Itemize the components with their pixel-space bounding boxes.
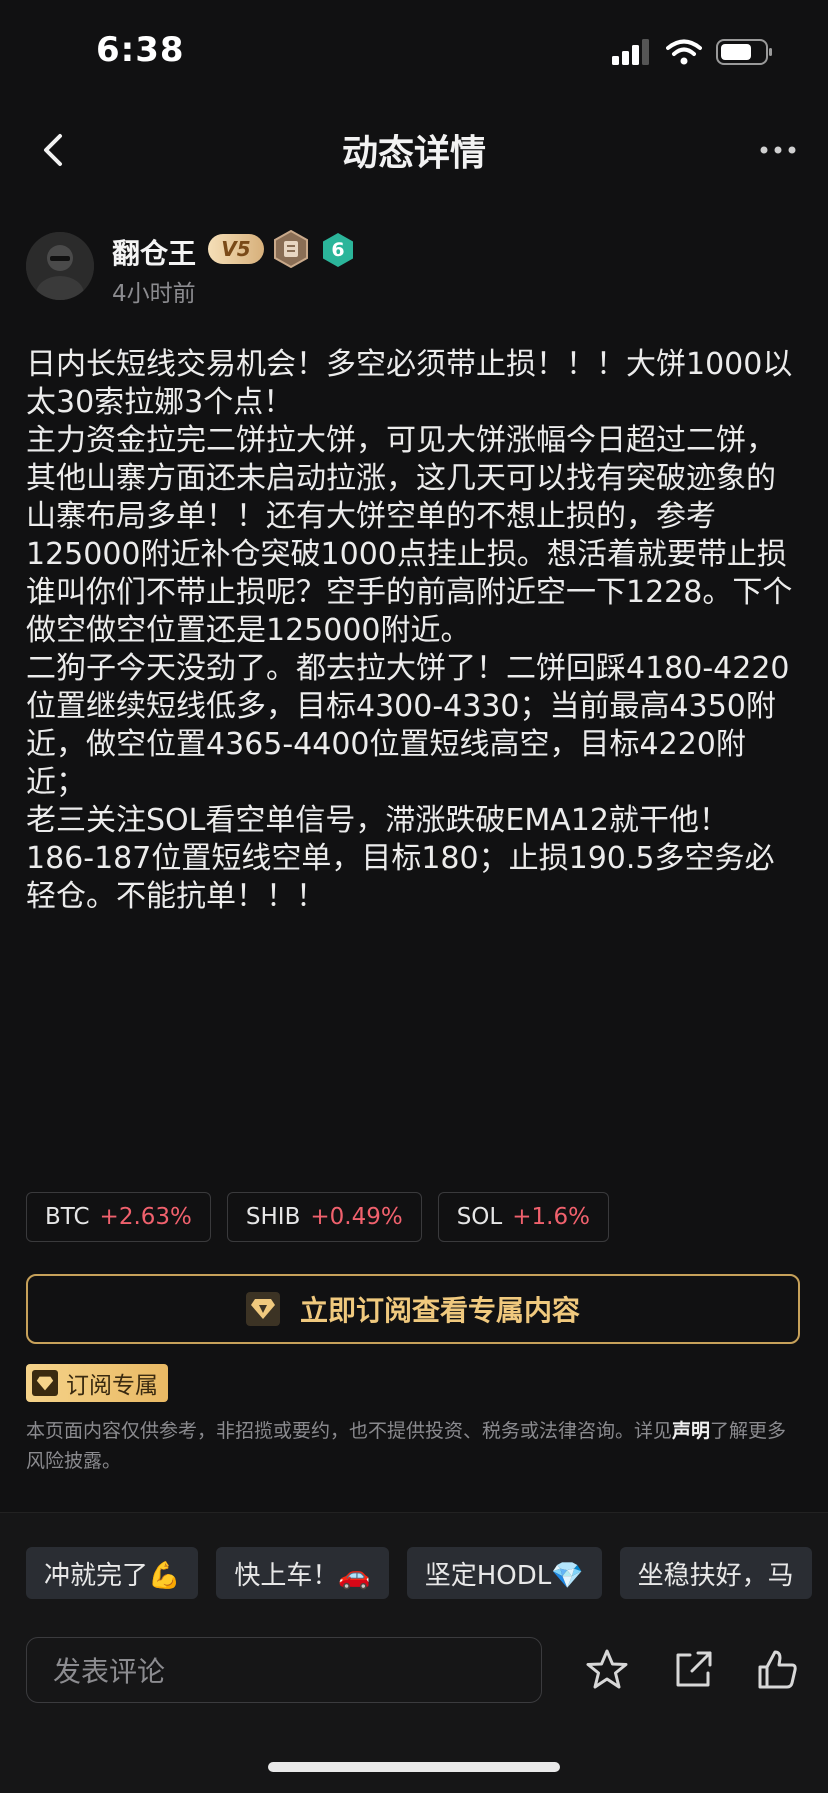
more-button[interactable] xyxy=(758,130,798,170)
subscription-only-tag: 订阅专属 xyxy=(26,1364,168,1402)
post-paragraph: 老三关注SOL看空单信号，滞涨跌破EMA12就干他！186-187位置短线空单，… xyxy=(26,803,775,914)
comment-bar: 冲就完了💪 快上车！🚗 坚定HODL💎 坐稳扶好，马 发表评论 xyxy=(0,1512,828,1793)
diamond-icon xyxy=(245,1292,280,1326)
coin-tag-btc[interactable]: BTC +2.63% xyxy=(26,1192,211,1242)
share-icon[interactable] xyxy=(670,1647,716,1693)
coin-change: +2.63% xyxy=(99,1204,192,1230)
vip-badge: V5 xyxy=(208,234,264,264)
nav-bar: 动态详情 xyxy=(0,110,828,190)
coin-tag-shib[interactable]: SHIB +0.49% xyxy=(226,1192,422,1242)
status-bar: 6:38 xyxy=(0,0,828,110)
comment-placeholder: 发表评论 xyxy=(53,1655,166,1688)
disclaimer-link[interactable]: 声明 xyxy=(672,1420,710,1442)
post-content: 日内长短线交易机会！多空必须带止损！！！大饼1000以太30索拉娜3个点！ 主力… xyxy=(26,346,796,916)
wifi-icon xyxy=(666,39,702,65)
page-title: 动态详情 xyxy=(341,133,486,174)
level-number: 6 xyxy=(331,239,345,261)
comment-input[interactable]: 发表评论 xyxy=(26,1637,542,1703)
coin-change: +1.6% xyxy=(512,1204,590,1230)
disclaimer: 本页面内容仅供参考，非招揽或要约，也不提供投资、税务或法律咨询。详见声明了解更多… xyxy=(26,1416,802,1476)
coin-symbol: SHIB xyxy=(245,1204,301,1230)
thumbs-up-icon[interactable] xyxy=(754,1647,800,1693)
coin-change: +0.49% xyxy=(310,1204,403,1230)
coin-tags: BTC +2.63% SHIB +0.49% SOL +1.6% xyxy=(26,1192,609,1242)
post-timestamp: 4小时前 xyxy=(112,281,196,307)
disclaimer-text: 本页面内容仅供参考，非招揽或要约，也不提供投资、税务或法律咨询。详见 xyxy=(26,1420,673,1442)
status-time: 6:38 xyxy=(96,30,185,70)
avatar[interactable] xyxy=(26,232,94,300)
quick-comment-chip[interactable]: 坚定HODL💎 xyxy=(406,1547,602,1599)
coin-symbol: SOL xyxy=(456,1204,503,1230)
post-paragraph: 日内长短线交易机会！多空必须带止损！！！大饼1000以太30索拉娜3个点！ xyxy=(26,347,793,420)
battery-icon xyxy=(716,39,772,65)
subscribe-button[interactable]: 立即订阅查看专属内容 xyxy=(26,1274,800,1344)
level-badge: 6 xyxy=(320,232,356,268)
quick-comment-chip[interactable]: 坐稳扶好，马 xyxy=(619,1547,812,1599)
medal-badge-icon xyxy=(274,230,308,268)
home-indicator xyxy=(268,1762,560,1772)
avatar-image xyxy=(26,232,94,300)
author-name[interactable]: 翻仓王 xyxy=(112,232,196,272)
subscription-tag-label: 订阅专属 xyxy=(66,1373,158,1399)
quick-comment-chip[interactable]: 冲就完了💪 xyxy=(26,1547,199,1599)
more-dots-icon xyxy=(760,146,796,154)
coin-symbol: BTC xyxy=(45,1204,90,1230)
diamond-icon xyxy=(32,1370,58,1396)
quick-comment-chips: 冲就完了💪 快上车！🚗 坚定HODL💎 坐稳扶好，马 xyxy=(26,1547,812,1599)
post-paragraph: 主力资金拉完二饼拉大饼，可见大饼涨幅今日超过二饼，其他山寨方面还未启动拉涨，这几… xyxy=(26,423,793,648)
coin-tag-sol[interactable]: SOL +1.6% xyxy=(437,1192,609,1242)
subscribe-label: 立即订阅查看专属内容 xyxy=(299,1294,580,1327)
status-icons xyxy=(612,38,774,66)
signal-icon xyxy=(612,39,649,65)
post-paragraph: 二狗子今天没劲了。都去拉大饼了！二饼回踩4180-4220位置继续短线低多，目标… xyxy=(26,651,790,800)
star-icon[interactable] xyxy=(584,1647,630,1693)
quick-comment-chip[interactable]: 快上车！🚗 xyxy=(216,1547,389,1599)
author-header: 翻仓王 V5 6 4小时前 xyxy=(26,228,806,308)
